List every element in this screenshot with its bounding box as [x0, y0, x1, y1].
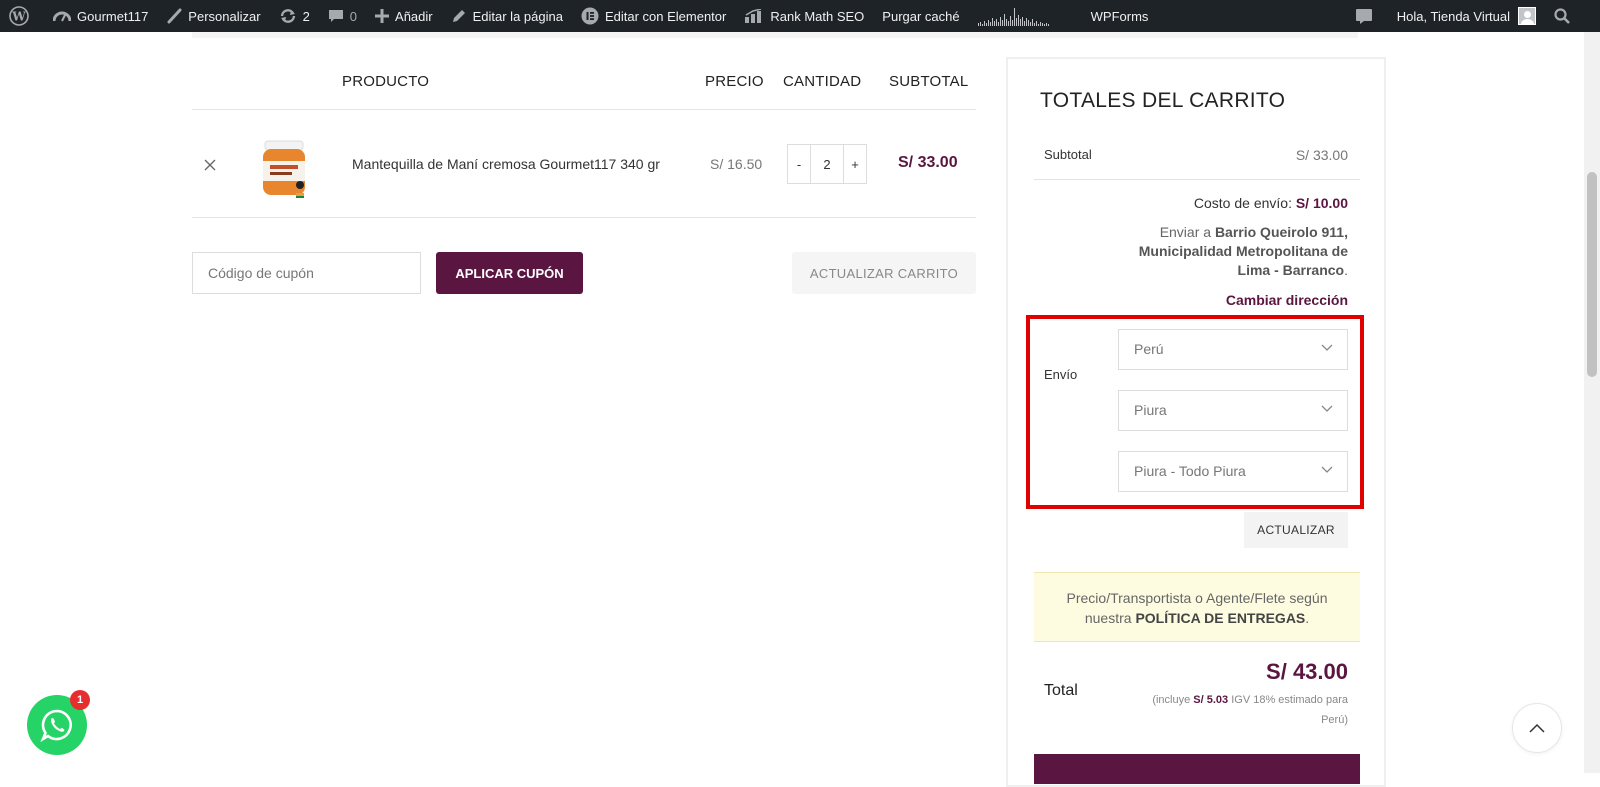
- chevron-up-icon: [1529, 723, 1545, 733]
- whatsapp-icon: [40, 709, 72, 742]
- row-divider: [192, 217, 976, 218]
- site-name-link[interactable]: Gourmet117: [44, 0, 157, 32]
- coupon-code-input[interactable]: Código de cupón: [192, 252, 421, 294]
- shipping-cost-label: Costo de envío:: [1193, 195, 1292, 211]
- comment-icon: [328, 10, 343, 22]
- site-name: Gourmet117: [77, 8, 149, 24]
- updates-icon: [280, 9, 295, 23]
- column-header-quantity: CANTIDAD: [783, 73, 862, 90]
- total-label: Total: [1044, 682, 1078, 699]
- quantity-decrease-button[interactable]: -: [788, 145, 810, 183]
- chevron-down-icon: [1321, 344, 1333, 351]
- column-header-price: PRECIO: [705, 73, 764, 90]
- product-thumbnail[interactable]: [248, 135, 318, 205]
- header-divider: [192, 109, 976, 110]
- updates-count: 2: [302, 8, 310, 24]
- svg-text:W: W: [11, 10, 26, 24]
- chevron-down-icon: [1321, 405, 1333, 412]
- tax-suffix: IGV 18% estimado para Perú): [1231, 694, 1348, 726]
- page-header-strip: [192, 32, 1358, 38]
- product-subtotal: S/ 33.00: [898, 154, 958, 171]
- tax-note: (incluye S/ 5.03 IGV 18% estimado para P…: [1128, 690, 1348, 730]
- purge-cache-link[interactable]: Purgar caché: [873, 0, 968, 32]
- my-account-link[interactable]: Hola, Tienda Virtual: [1388, 0, 1545, 32]
- update-cart-button[interactable]: ACTUALIZAR CARRITO: [792, 252, 976, 294]
- close-icon[interactable]: [204, 155, 216, 176]
- tax-prefix: (incluye: [1152, 694, 1191, 706]
- dashboard-icon: [53, 11, 71, 22]
- comments-count: 0: [349, 8, 358, 24]
- update-shipping-button[interactable]: ACTUALIZAR: [1244, 512, 1348, 548]
- shipping-cost-value: S/ 10.00: [1295, 195, 1348, 211]
- wpforms-link[interactable]: WPForms: [1082, 0, 1158, 32]
- ship-to-suffix: .: [1344, 262, 1348, 278]
- scroll-to-top-button[interactable]: [1512, 703, 1562, 753]
- edit-page-link[interactable]: Editar la página: [442, 0, 572, 32]
- rank-math-icon: [745, 9, 762, 23]
- customize-label: Personalizar: [188, 8, 261, 24]
- district-select[interactable]: Piura - Todo Piura: [1118, 451, 1348, 492]
- updates-link[interactable]: 2: [270, 0, 319, 32]
- notification-icon: [1355, 9, 1372, 24]
- country-value: Perú: [1134, 341, 1164, 357]
- cart-totals-title: TOTALES DEL CARRITO: [1040, 89, 1286, 112]
- search-icon: [1554, 8, 1570, 24]
- chevron-down-icon: [1321, 466, 1333, 473]
- apply-coupon-button[interactable]: APLICAR CUPÓN: [436, 252, 583, 294]
- edit-elementor-label: Editar con Elementor: [604, 8, 727, 24]
- purge-cache-label: Purgar caché: [882, 8, 960, 24]
- subtotal-divider: [1034, 179, 1360, 180]
- brush-icon: [167, 8, 182, 24]
- stats-graph[interactable]: [969, 0, 1068, 32]
- shipping-label: Envío: [1044, 367, 1078, 382]
- elementor-icon: [581, 7, 599, 25]
- quantity-stepper[interactable]: - 2 +: [787, 144, 867, 184]
- quantity-increase-button[interactable]: +: [844, 145, 866, 183]
- comments-link[interactable]: 0: [319, 0, 366, 32]
- cart-totals-panel: TOTALES DEL CARRITO Subtotal S/ 33.00 Co…: [1006, 57, 1386, 787]
- admin-bar: W Gourmet117 Personalizar 2 0 Añadir Edi…: [0, 0, 1600, 32]
- wordpress-logo-icon[interactable]: W: [0, 0, 44, 32]
- edit-elementor-link[interactable]: Editar con Elementor: [572, 0, 735, 32]
- notice-end: .: [1305, 610, 1310, 626]
- customize-link[interactable]: Personalizar: [157, 0, 269, 32]
- shipping-policy-notice: Precio/Transportista o Agente/Flete segú…: [1034, 572, 1360, 642]
- rank-math-label: Rank Math SEO: [770, 8, 865, 24]
- shipping-destination: Enviar a Barrio Queirolo 911, Municipali…: [1108, 223, 1348, 280]
- add-new-link[interactable]: Añadir: [366, 0, 442, 32]
- edit-page-label: Editar la página: [472, 8, 563, 24]
- add-new-label: Añadir: [395, 8, 433, 24]
- scrollbar-thumb[interactable]: [1587, 172, 1597, 377]
- stats-sparkline-icon: [977, 6, 1049, 26]
- delivery-policy-link[interactable]: POLÍTICA DE ENTREGAS: [1135, 610, 1305, 626]
- checkout-button[interactable]: [1034, 754, 1360, 784]
- rank-math-link[interactable]: Rank Math SEO: [735, 0, 873, 32]
- region-select[interactable]: Piura: [1118, 390, 1348, 431]
- column-header-product: PRODUCTO: [342, 73, 430, 90]
- avatar: [1518, 7, 1536, 25]
- search-button[interactable]: [1545, 0, 1600, 32]
- subtotal-value: S/ 33.00: [1295, 147, 1348, 163]
- greeting-label: Hola, Tienda Virtual: [1396, 8, 1510, 24]
- wpforms-label: WPForms: [1090, 8, 1149, 24]
- whatsapp-notification-badge: 1: [70, 690, 90, 710]
- page-scrollbar[interactable]: [1584, 32, 1600, 773]
- quantity-input[interactable]: 2: [810, 145, 844, 183]
- country-select[interactable]: Perú: [1118, 329, 1348, 370]
- district-value: Piura - Todo Piura: [1134, 463, 1246, 479]
- tax-amount: S/ 5.03: [1193, 694, 1229, 706]
- region-value: Piura: [1134, 402, 1167, 418]
- shipping-cost: Costo de envío: S/ 10.00: [1194, 195, 1348, 211]
- subtotal-label: Subtotal: [1044, 147, 1092, 162]
- column-header-subtotal: SUBTOTAL: [889, 73, 969, 90]
- ship-to-prefix: Enviar a: [1159, 224, 1212, 240]
- product-name-link[interactable]: Mantequilla de Maní cremosa Gourmet117 3…: [352, 156, 660, 172]
- plus-icon: [375, 9, 390, 23]
- change-address-link[interactable]: Cambiar dirección: [1226, 292, 1348, 308]
- total-value: S/ 43.00: [1266, 659, 1348, 684]
- pencil-icon: [452, 10, 465, 22]
- notifications-link[interactable]: [1346, 0, 1388, 32]
- product-price: S/ 16.50: [710, 156, 763, 172]
